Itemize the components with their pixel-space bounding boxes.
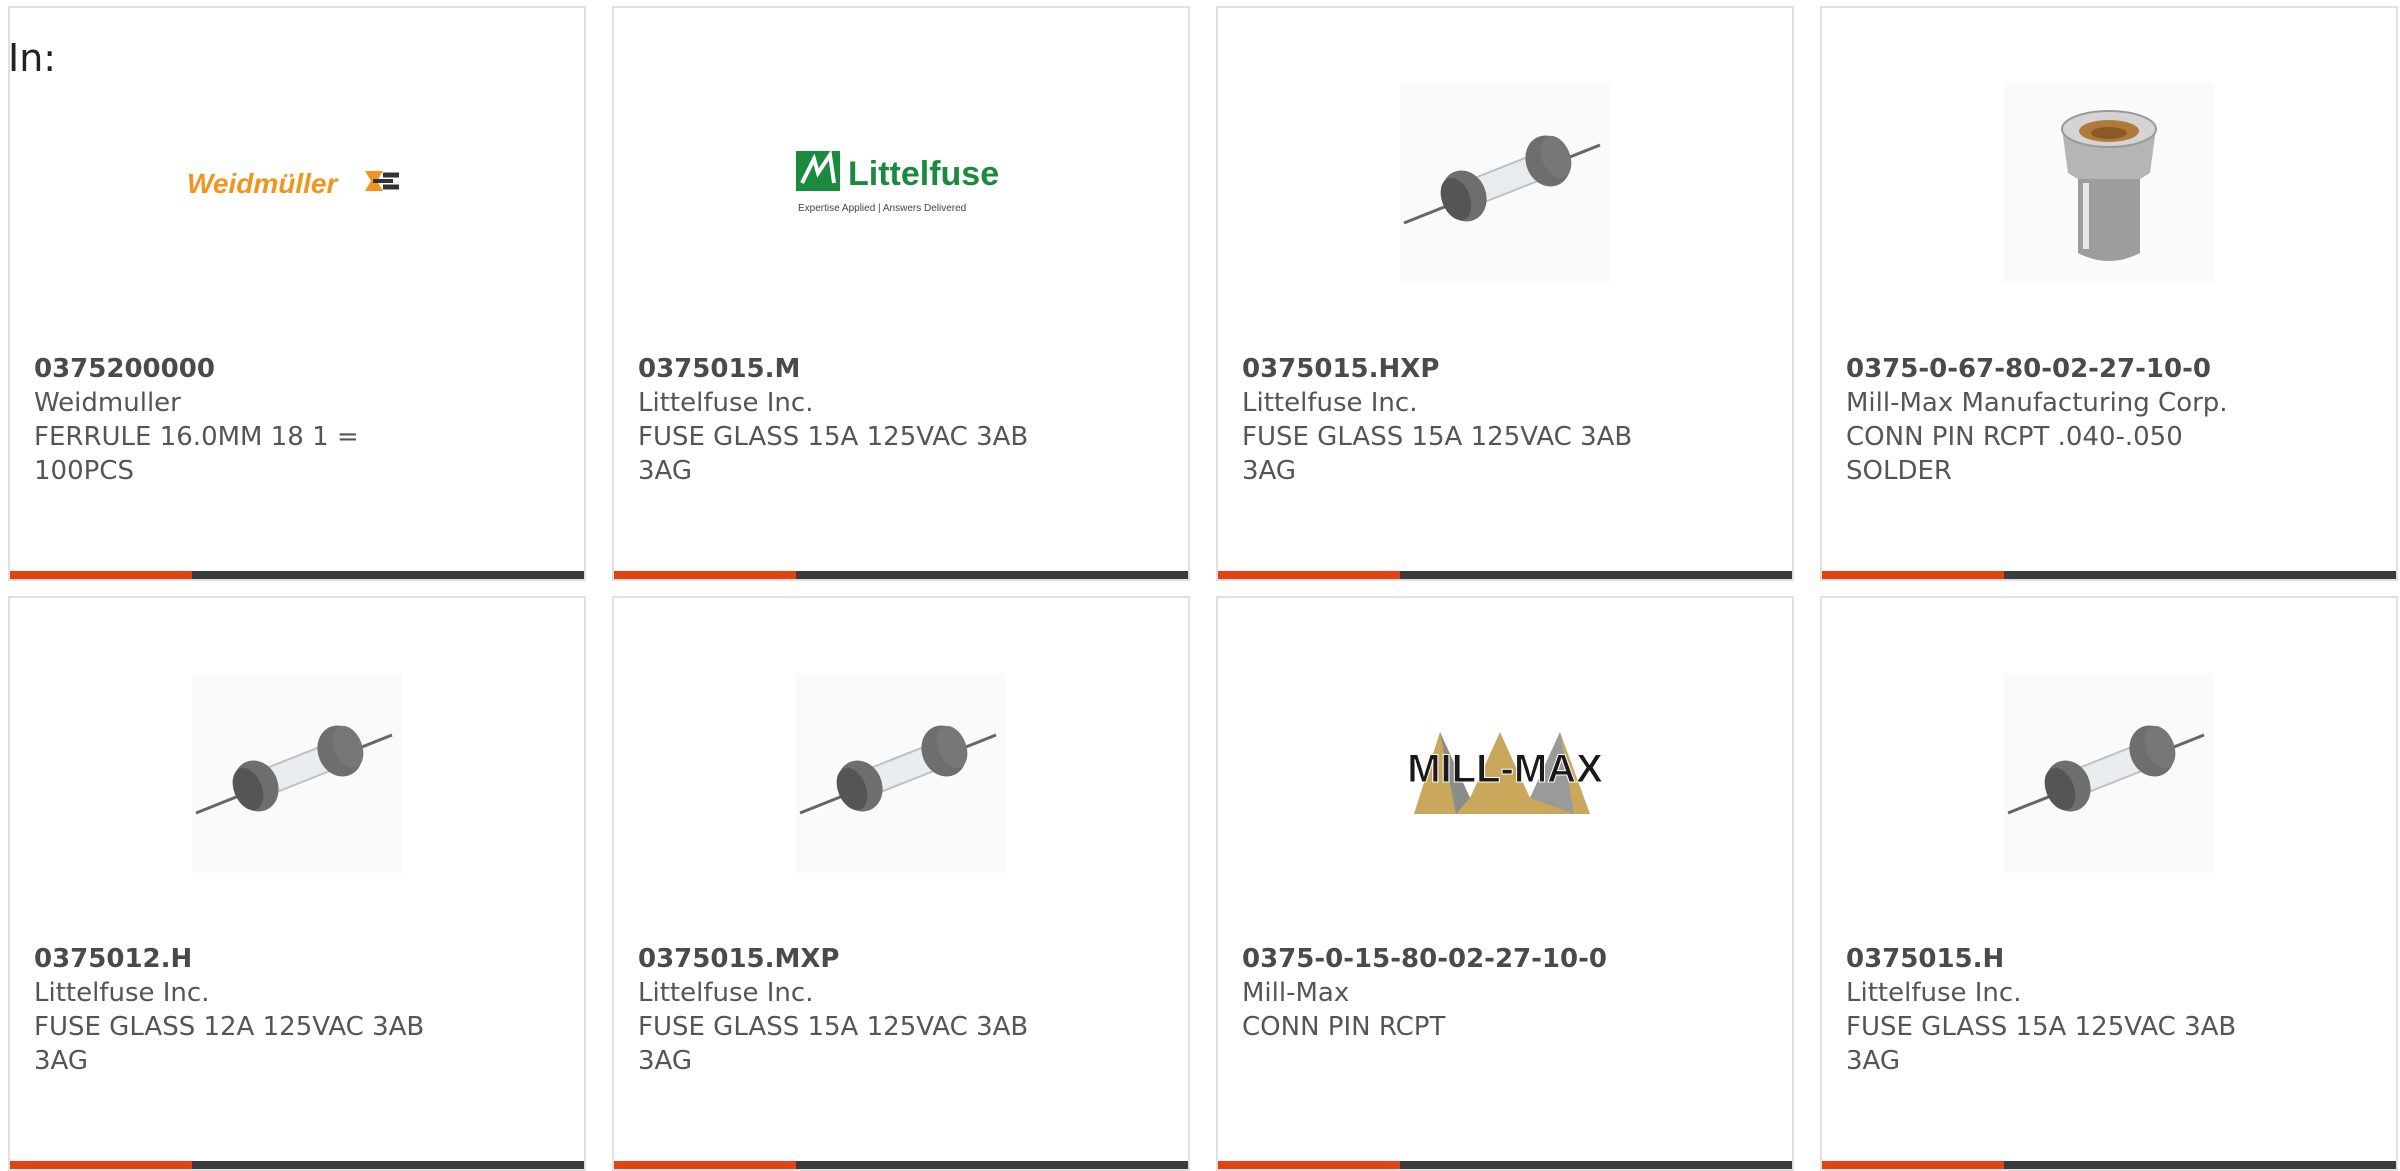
description: CONN PIN RCPT .040-.050 SOLDER — [1846, 422, 2183, 486]
product-image: Littelfuse Expertise Applied | Answers D… — [614, 68, 1188, 298]
description: FERRULE 16.0MM 18 1 = 100PCS — [34, 422, 359, 486]
card-bar — [10, 1161, 584, 1169]
part-number[interactable]: 0375015.MXP — [638, 942, 1168, 976]
manufacturer: Littelfuse Inc. — [1242, 388, 1418, 418]
part-number[interactable]: 0375-0-67-80-02-27-10-0 — [1846, 352, 2376, 386]
product-image — [1218, 68, 1792, 298]
part-number[interactable]: 0375012.H — [34, 942, 564, 976]
manufacturer: Weidmuller — [34, 388, 181, 418]
product-image: Weidmüller — [10, 68, 584, 298]
svg-text:MILL-MAX: MILL-MAX — [1407, 747, 1603, 791]
mill-max-logo: MILL-MAX — [1407, 732, 1604, 814]
product-grid: Weidmüller 0375200000 Weidmuller FERRULE… — [8, 6, 2400, 1171]
pin-receptacle-photo — [2004, 83, 2214, 283]
manufacturer: Mill-Max — [1242, 978, 1350, 1008]
glass-fuse-photo — [796, 673, 1006, 873]
card-bar — [1218, 571, 1792, 579]
product-card[interactable]: 0375015.HXP Littelfuse Inc. FUSE GLASS 1… — [1216, 6, 1794, 581]
svg-text:Expertise Applied | Answers De: Expertise Applied | Answers Delivered — [798, 203, 966, 214]
part-number[interactable]: 0375015.M — [638, 352, 1168, 386]
description: FUSE GLASS 12A 125VAC 3AB 3AG — [34, 1012, 425, 1076]
glass-fuse-photo — [2004, 673, 2214, 873]
glass-fuse-photo — [192, 673, 402, 873]
manufacturer: Mill-Max Manufacturing Corp. — [1846, 388, 2228, 418]
manufacturer: Littelfuse Inc. — [638, 388, 814, 418]
product-image — [1822, 68, 2396, 298]
description: CONN PIN RCPT — [1242, 1012, 1446, 1042]
description: FUSE GLASS 15A 125VAC 3AB 3AG — [638, 1012, 1029, 1076]
product-image — [1822, 658, 2396, 888]
description: FUSE GLASS 15A 125VAC 3AB 3AG — [1846, 1012, 2237, 1076]
product-card[interactable]: 0375015.H Littelfuse Inc. FUSE GLASS 15A… — [1820, 596, 2398, 1171]
manufacturer: Littelfuse Inc. — [1846, 978, 2022, 1008]
product-card[interactable]: MILL-MAX 0375-0-15-80-02-27-10-0 Mill-Ma… — [1216, 596, 1794, 1171]
glass-fuse-photo — [1400, 83, 1610, 283]
description: FUSE GLASS 15A 125VAC 3AB 3AG — [1242, 422, 1633, 486]
part-number[interactable]: 0375200000 — [34, 352, 564, 386]
product-card[interactable]: Weidmüller 0375200000 Weidmuller FERRULE… — [8, 6, 586, 581]
card-bar — [1822, 571, 2396, 579]
product-card[interactable]: 0375012.H Littelfuse Inc. FUSE GLASS 12A… — [8, 596, 586, 1171]
filter-label: In: — [8, 36, 57, 80]
product-card[interactable]: 0375015.MXP Littelfuse Inc. FUSE GLASS 1… — [612, 596, 1190, 1171]
card-bar — [10, 571, 584, 579]
manufacturer: Littelfuse Inc. — [34, 978, 210, 1008]
card-bar — [614, 571, 1188, 579]
svg-text:Weidmüller: Weidmüller — [187, 168, 340, 199]
product-image: MILL-MAX — [1218, 658, 1792, 888]
part-number[interactable]: 0375015.HXP — [1242, 352, 1772, 386]
svg-text:Littelfuse: Littelfuse — [848, 155, 999, 193]
card-bar — [1218, 1161, 1792, 1169]
description: FUSE GLASS 15A 125VAC 3AB 3AG — [638, 422, 1029, 486]
part-number[interactable]: 0375015.H — [1846, 942, 2376, 976]
part-number[interactable]: 0375-0-15-80-02-27-10-0 — [1242, 942, 1772, 976]
littelfuse-logo: Littelfuse Expertise Applied | Answers D… — [796, 149, 999, 214]
card-bar — [1822, 1161, 2396, 1169]
card-bar — [614, 1161, 1188, 1169]
product-image — [10, 658, 584, 888]
manufacturer: Littelfuse Inc. — [638, 978, 814, 1008]
product-card[interactable]: 0375-0-67-80-02-27-10-0 Mill-Max Manufac… — [1820, 6, 2398, 581]
weidmuller-logo: Weidmüller — [187, 168, 399, 199]
product-image — [614, 658, 1188, 888]
product-card[interactable]: Littelfuse Expertise Applied | Answers D… — [612, 6, 1190, 581]
